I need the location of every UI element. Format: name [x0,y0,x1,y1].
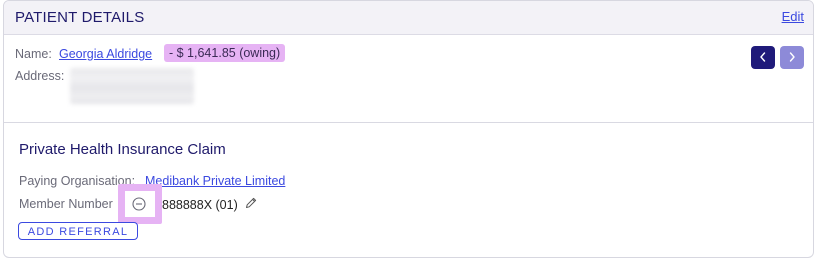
minus-circle-icon[interactable] [132,197,146,211]
edit-link[interactable]: Edit [782,9,804,24]
address-label: Address: [15,69,65,83]
name-label: Name: [15,47,52,61]
add-referral-button[interactable]: ADD REFERRAL [18,222,138,240]
patient-details-card: PATIENT DETAILS Edit Name: Georgia Aldri… [3,0,814,258]
claim-section-title: Private Health Insurance Claim [19,141,226,158]
card-header: PATIENT DETAILS Edit [4,1,813,35]
patient-section: Name: Georgia Aldridge - $ 1,641.85 (owi… [4,35,813,123]
pencil-icon[interactable] [244,196,258,210]
chevron-left-icon [760,52,766,62]
member-number-label: Member Number [19,197,113,211]
previous-patient-button[interactable] [751,46,775,69]
page-title: PATIENT DETAILS [15,9,145,26]
next-patient-button[interactable] [780,46,804,69]
chevron-right-icon [789,52,795,62]
patient-name-link[interactable]: Georgia Aldridge [59,47,152,61]
member-number-value: 888888X (01) [162,198,238,212]
address-value-redacted [70,68,194,104]
paying-organisation-link[interactable]: Medibank Private Limited [145,174,285,188]
balance-badge: - $ 1,641.85 (owing) [164,44,286,62]
